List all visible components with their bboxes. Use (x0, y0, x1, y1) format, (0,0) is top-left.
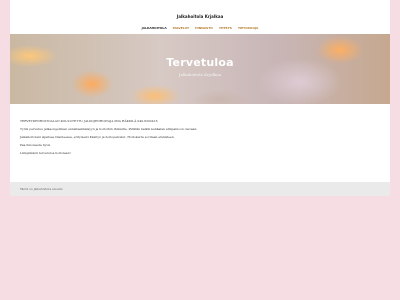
footer: Tämä on Jalkahoitola sivusto (10, 182, 390, 196)
content-paragraph: Työni perustuu jalkaongelmien ennaltaehk… (20, 127, 198, 132)
content-paragraph: Jalkahoitolani sijaitsee tilanteessa, er… (20, 135, 175, 140)
nav-item-jalkahoitola[interactable]: JALKAHOITOLA (142, 26, 167, 30)
nav-item-palvelut[interactable]: PALVELUT (173, 26, 189, 30)
nav-item-hinnasto[interactable]: HINNASTO (195, 26, 213, 30)
main-content: TERVEYDENHOITOALAN KOULUTETTU JALKOJENHO… (20, 119, 360, 160)
content-paragraph: Lämpimästi tervetuloa hoitolaan! (20, 151, 71, 156)
main-nav: JALKAHOITOLA PALVELUT HINNASTO YHTEYS TI… (10, 26, 390, 30)
page-container: Jalkahoitola Krjalkaa JALKAHOITOLA PALVE… (10, 0, 390, 196)
nav-item-tietosuoja[interactable]: TIETOSUOJA (238, 26, 258, 30)
hero-subtitle: Jalkahoitola Krjalkaa (178, 72, 222, 77)
content-paragraph: Paa ilmoisesta hyvä (20, 143, 50, 148)
hero-banner: Tervetuloa Jalkahoitola Krjalkaa (10, 34, 390, 104)
footer-text: Tämä on Jalkahoitola sivusto (20, 187, 63, 191)
site-title[interactable]: Jalkahoitola Krjalkaa (10, 14, 390, 19)
hero-title: Tervetuloa (166, 56, 234, 69)
intro-heading: TERVEYDENHOITOALAN KOULUTETTU JALKOJENHO… (20, 119, 158, 123)
nav-item-yhteys[interactable]: YHTEYS (219, 26, 232, 30)
